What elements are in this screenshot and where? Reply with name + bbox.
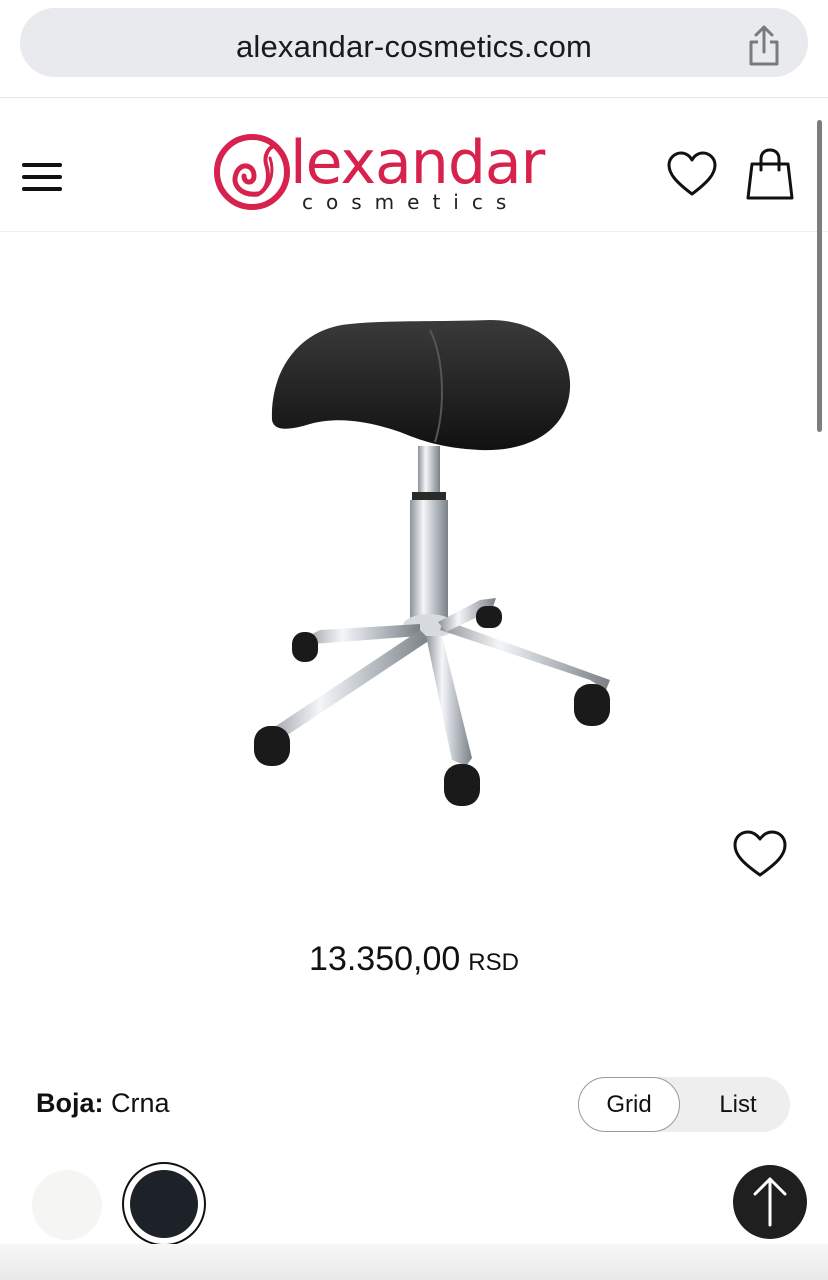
site-logo[interactable]: lexandar cosmetics	[214, 128, 545, 214]
color-swatch-black-fill	[130, 1170, 198, 1238]
share-icon[interactable]	[746, 24, 782, 68]
product-price: 13.350,00 RSD	[0, 940, 828, 979]
color-selector-label: Boja: Crna	[36, 1088, 170, 1119]
price-value: 13.350,00	[309, 940, 461, 978]
site-header: lexandar cosmetics	[0, 98, 828, 232]
url-text[interactable]: alexandar-cosmetics.com	[20, 29, 808, 65]
logo-wordmark: lexandar	[290, 128, 545, 198]
logo-mark-icon	[214, 134, 290, 210]
address-bar[interactable]: alexandar-cosmetics.com	[20, 8, 808, 77]
grid-view-button[interactable]: Grid	[578, 1077, 680, 1132]
price-currency: RSD	[468, 949, 519, 976]
product-favorite-heart-icon[interactable]	[731, 829, 789, 879]
color-label: Boja:	[36, 1088, 104, 1118]
product-image[interactable]	[230, 300, 650, 840]
shopping-bag-icon[interactable]	[746, 148, 794, 200]
scroll-to-top-button[interactable]	[733, 1165, 807, 1239]
color-swatch-white[interactable]	[32, 1170, 102, 1240]
logo-subtext: cosmetics	[302, 190, 520, 214]
arrow-up-icon	[753, 1177, 787, 1227]
bottom-toolbar-edge	[0, 1244, 828, 1280]
wishlist-heart-icon[interactable]	[666, 150, 718, 198]
hamburger-menu-icon[interactable]	[22, 161, 64, 193]
view-toggle: Grid List	[578, 1077, 790, 1132]
page-scrollbar[interactable]	[817, 120, 822, 432]
list-view-button[interactable]: List	[688, 1077, 788, 1132]
color-value: Crna	[111, 1088, 170, 1118]
color-swatch-black[interactable]	[122, 1162, 206, 1246]
browser-address-area: alexandar-cosmetics.com	[0, 0, 828, 98]
